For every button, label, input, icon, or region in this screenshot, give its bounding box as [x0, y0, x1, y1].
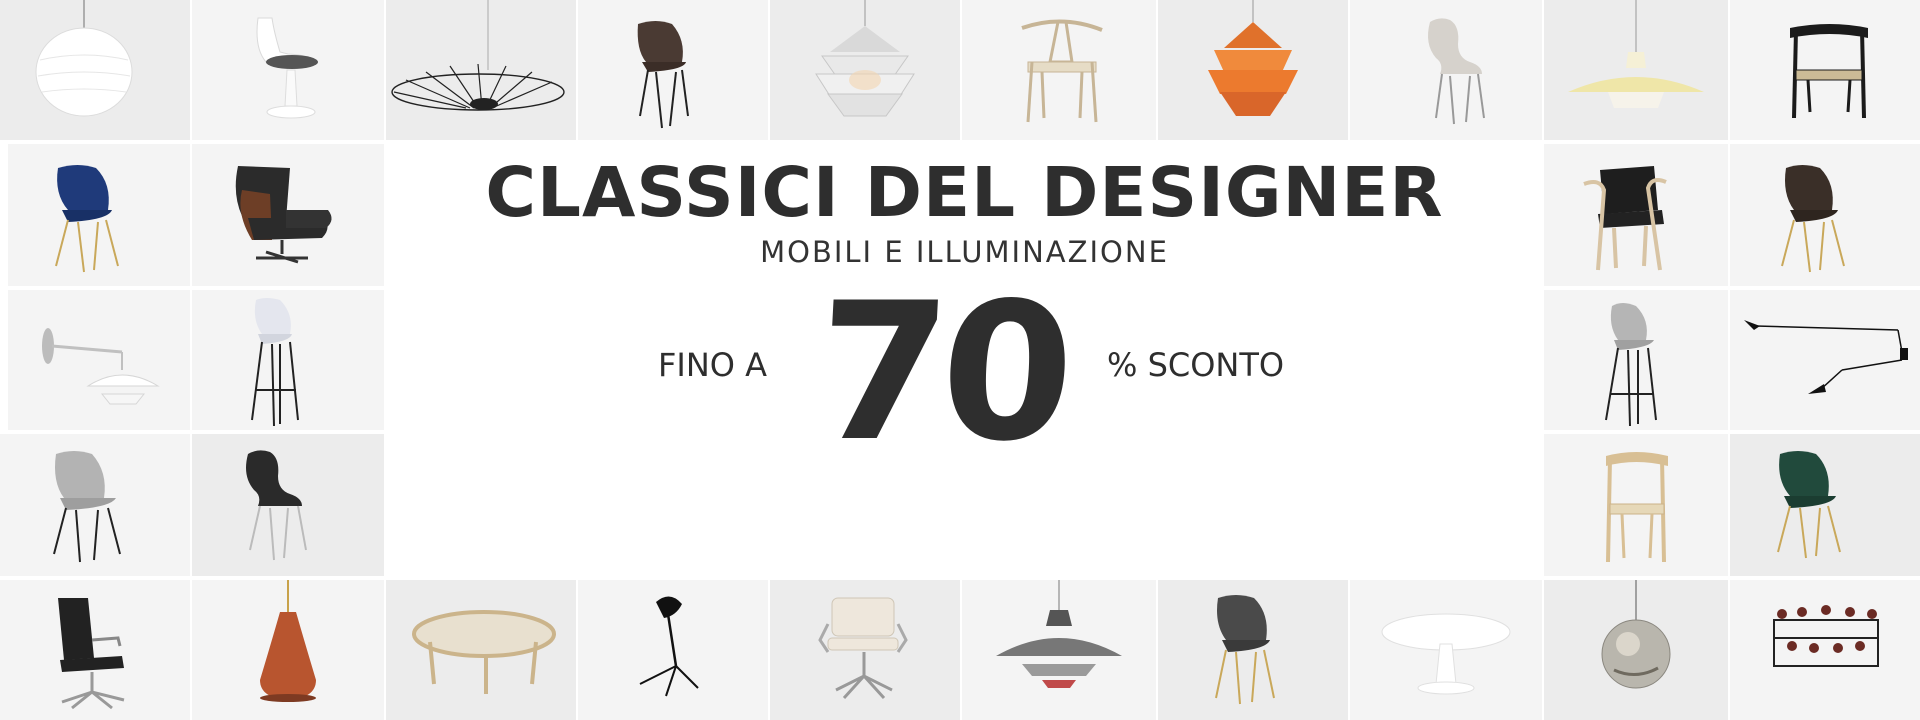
pendant-lamp-icon [260, 580, 316, 702]
shell-chair-icon [637, 21, 689, 129]
marble-tulip-table-tile[interactable] [1350, 580, 1542, 720]
artichoke-white-lamp-tile[interactable] [770, 0, 960, 140]
series-7-grey-chair-tile[interactable] [1350, 0, 1542, 140]
paper-ball-pendant-lamp-tile[interactable] [0, 0, 190, 140]
arm-lamp-icon [1744, 320, 1908, 394]
designer-classics-banner: CLASSICI DEL DESIGNER MOBILI E ILLUMINAZ… [0, 0, 1920, 720]
wishbone-chair-icon [1021, 19, 1103, 123]
shell-chair-icon [1215, 595, 1275, 705]
dining-chair-icon [1790, 24, 1868, 119]
grey-shell-chair-tile[interactable] [0, 434, 190, 576]
discount-suffix: % SCONTO [1107, 346, 1285, 384]
bar-stool-icon [251, 298, 299, 427]
coat-rack-icon [1773, 605, 1879, 667]
office-chair-icon [818, 597, 908, 700]
wire-pendant-lamp-tile[interactable] [386, 0, 576, 140]
black-dining-chair-tile[interactable] [1730, 0, 1920, 140]
office-chair-tile[interactable] [0, 580, 190, 720]
lounge-chair-ottoman-tile[interactable] [192, 144, 384, 286]
brown-shell-chair-tile[interactable] [1730, 144, 1920, 286]
hang-it-all-coat-rack-tile[interactable] [1730, 580, 1920, 720]
pendant-lamp-icon [996, 580, 1122, 688]
office-chair-icon [58, 598, 125, 710]
promo-panel: CLASSICI DEL DESIGNER MOBILI E ILLUMINAZ… [386, 143, 1543, 575]
grey-bar-stool-tile[interactable] [1544, 290, 1728, 430]
desk-lamp-icon [639, 596, 699, 697]
wire-lamp-icon [391, 0, 565, 111]
oval-coffee-table-tile[interactable] [386, 580, 576, 720]
armchair-icon [1583, 166, 1667, 271]
pendant-lamp-icon [1601, 580, 1671, 689]
brown-leather-chair-tile[interactable] [578, 0, 768, 140]
stacking-chair-icon [1428, 18, 1485, 125]
mirror-ball-pendant-lamp-tile[interactable] [1544, 580, 1728, 720]
artichoke-copper-lamp-tile[interactable] [1158, 0, 1348, 140]
white-bar-stool-tile[interactable] [192, 290, 384, 430]
lounge-chair-icon [235, 166, 332, 264]
tulip-chair-icon [256, 17, 318, 119]
tulip-chair-tile[interactable] [192, 0, 384, 140]
shell-chair-icon [1777, 451, 1841, 559]
stacking-chair-icon [246, 450, 307, 561]
bar-stool-icon [1605, 303, 1657, 427]
shell-chair-icon [1781, 165, 1845, 273]
discount-prefix: FINO A [658, 346, 768, 384]
wishbone-chair-tile[interactable] [962, 0, 1156, 140]
wall-lamp-tile[interactable] [8, 290, 190, 430]
oak-dining-chair-tile[interactable] [1544, 434, 1728, 576]
three-arm-wall-lamp-tile[interactable] [1730, 290, 1920, 430]
dining-chair-icon [1606, 452, 1668, 563]
fabric-shell-chair-tile[interactable] [1158, 580, 1348, 720]
navy-velvet-chair-tile[interactable] [8, 144, 190, 286]
white-soft-pad-chair-tile[interactable] [770, 580, 960, 720]
headline: CLASSICI DEL DESIGNER [485, 153, 1444, 233]
pendant-lamp-icon [1568, 0, 1704, 108]
yellow-pendant-lamp-tile[interactable] [1544, 0, 1728, 140]
tulip-table-icon [1381, 613, 1511, 695]
green-velvet-chair-tile[interactable] [1730, 434, 1920, 576]
pendant-lamp-icon [35, 0, 133, 117]
leather-armchair-tile[interactable] [1544, 144, 1728, 286]
discount-value: 70 [811, 262, 1072, 483]
black-series-7-chair-tile[interactable] [192, 434, 384, 576]
shell-chair-icon [53, 451, 121, 563]
artichoke-lamp-icon [815, 0, 915, 117]
ph5-pendant-lamp-tile[interactable] [962, 580, 1156, 720]
artichoke-lamp-icon [1208, 0, 1298, 116]
wall-lamp-icon [42, 328, 160, 405]
desk-lamp-tile[interactable] [578, 580, 768, 720]
shell-chair-icon [55, 165, 119, 273]
coffee-table-icon [412, 610, 556, 694]
copper-pendant-lamp-tile[interactable] [192, 580, 384, 720]
